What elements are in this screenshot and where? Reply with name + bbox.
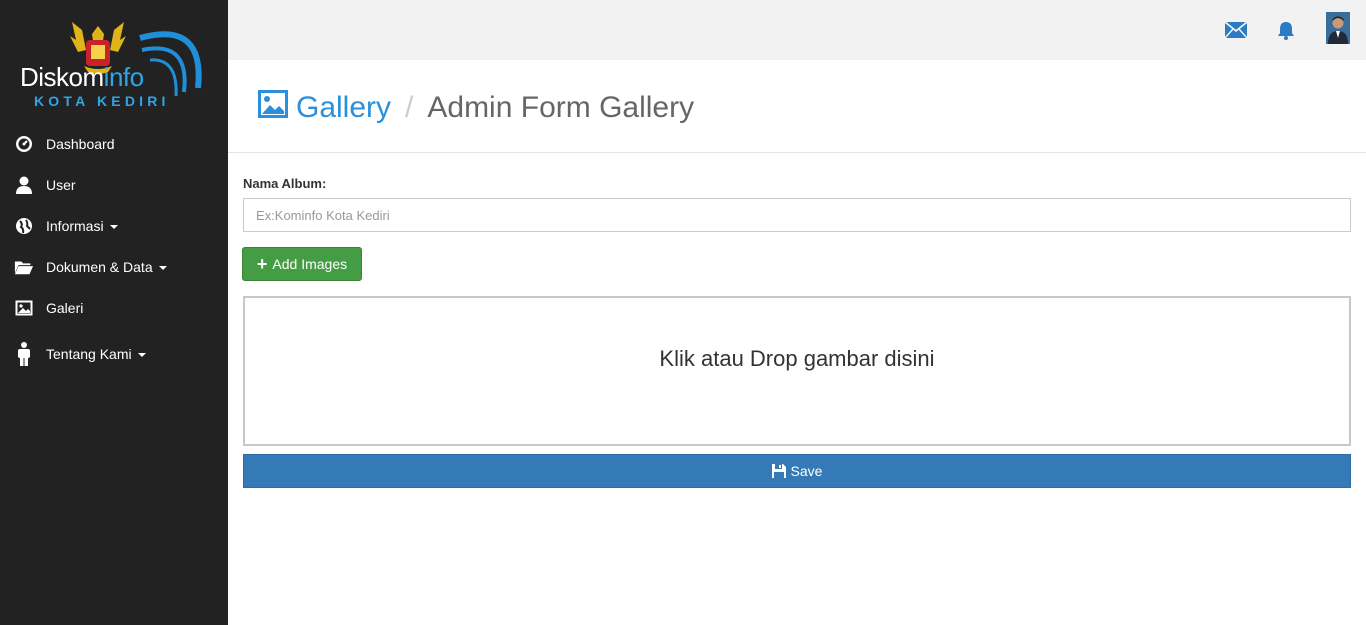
sidebar-item-dashboard[interactable]: Dashboard: [0, 126, 228, 162]
breadcrumb-separator: /: [405, 91, 414, 124]
plus-icon: +: [256, 254, 268, 274]
avatar[interactable]: [1326, 12, 1350, 44]
topbar: [228, 0, 1366, 60]
add-images-label: Add Images: [272, 256, 348, 272]
dashboard-icon: [14, 134, 34, 154]
person-icon: [14, 342, 34, 366]
envelope-icon[interactable]: [1221, 15, 1251, 45]
sidebar-item-label: Galeri: [46, 300, 84, 316]
sidebar-item-galeri[interactable]: Galeri: [0, 290, 228, 326]
sidebar: Diskominfo KOTA KEDIRI Dashboard User In…: [0, 0, 228, 625]
save-label: Save: [790, 463, 823, 479]
sidebar-item-label: User: [46, 177, 76, 193]
add-images-button[interactable]: + Add Images: [242, 247, 362, 281]
globe-icon: [14, 216, 34, 236]
sidebar-item-label: Tentang Kami: [46, 346, 146, 362]
sidebar-item-dokumen-data[interactable]: Dokumen & Data: [0, 249, 228, 285]
floppy-disk-icon: [771, 464, 786, 478]
sidebar-item-tentang-kami[interactable]: Tentang Kami: [0, 336, 228, 372]
sidebar-item-informasi[interactable]: Informasi: [0, 208, 228, 244]
sidebar-item-user[interactable]: User: [0, 167, 228, 203]
caret-down-icon: [137, 353, 146, 358]
picture-icon: [258, 90, 288, 126]
folder-open-icon: [14, 257, 34, 277]
diskominfo-logo[interactable]: Diskominfo KOTA KEDIRI: [0, 0, 228, 125]
picture-icon: [14, 298, 34, 318]
sidebar-item-label: Dashboard: [46, 136, 115, 152]
user-icon: [14, 175, 34, 195]
image-dropzone[interactable]: Klik atau Drop gambar disini: [243, 296, 1351, 446]
album-name-label: Nama Album:: [243, 176, 327, 191]
logo-title: Diskominfo: [20, 62, 144, 92]
page-title: Admin Form Gallery: [427, 91, 695, 124]
caret-down-icon: [158, 266, 167, 271]
caret-down-icon: [109, 225, 118, 230]
sidebar-item-label: Dokumen & Data: [46, 259, 167, 275]
album-name-input[interactable]: [243, 198, 1351, 232]
bell-icon[interactable]: [1271, 15, 1301, 45]
logo-subtitle: KOTA KEDIRI: [34, 93, 170, 109]
save-button[interactable]: Save: [243, 454, 1351, 488]
breadcrumb-gallery-link[interactable]: Gallery: [296, 91, 391, 125]
dropzone-message: Klik atau Drop gambar disini: [659, 346, 935, 371]
page-header: Gallery / Admin Form Gallery: [228, 60, 1366, 153]
breadcrumb: Gallery / Admin Form Gallery: [258, 90, 694, 126]
sidebar-item-label: Informasi: [46, 218, 118, 234]
